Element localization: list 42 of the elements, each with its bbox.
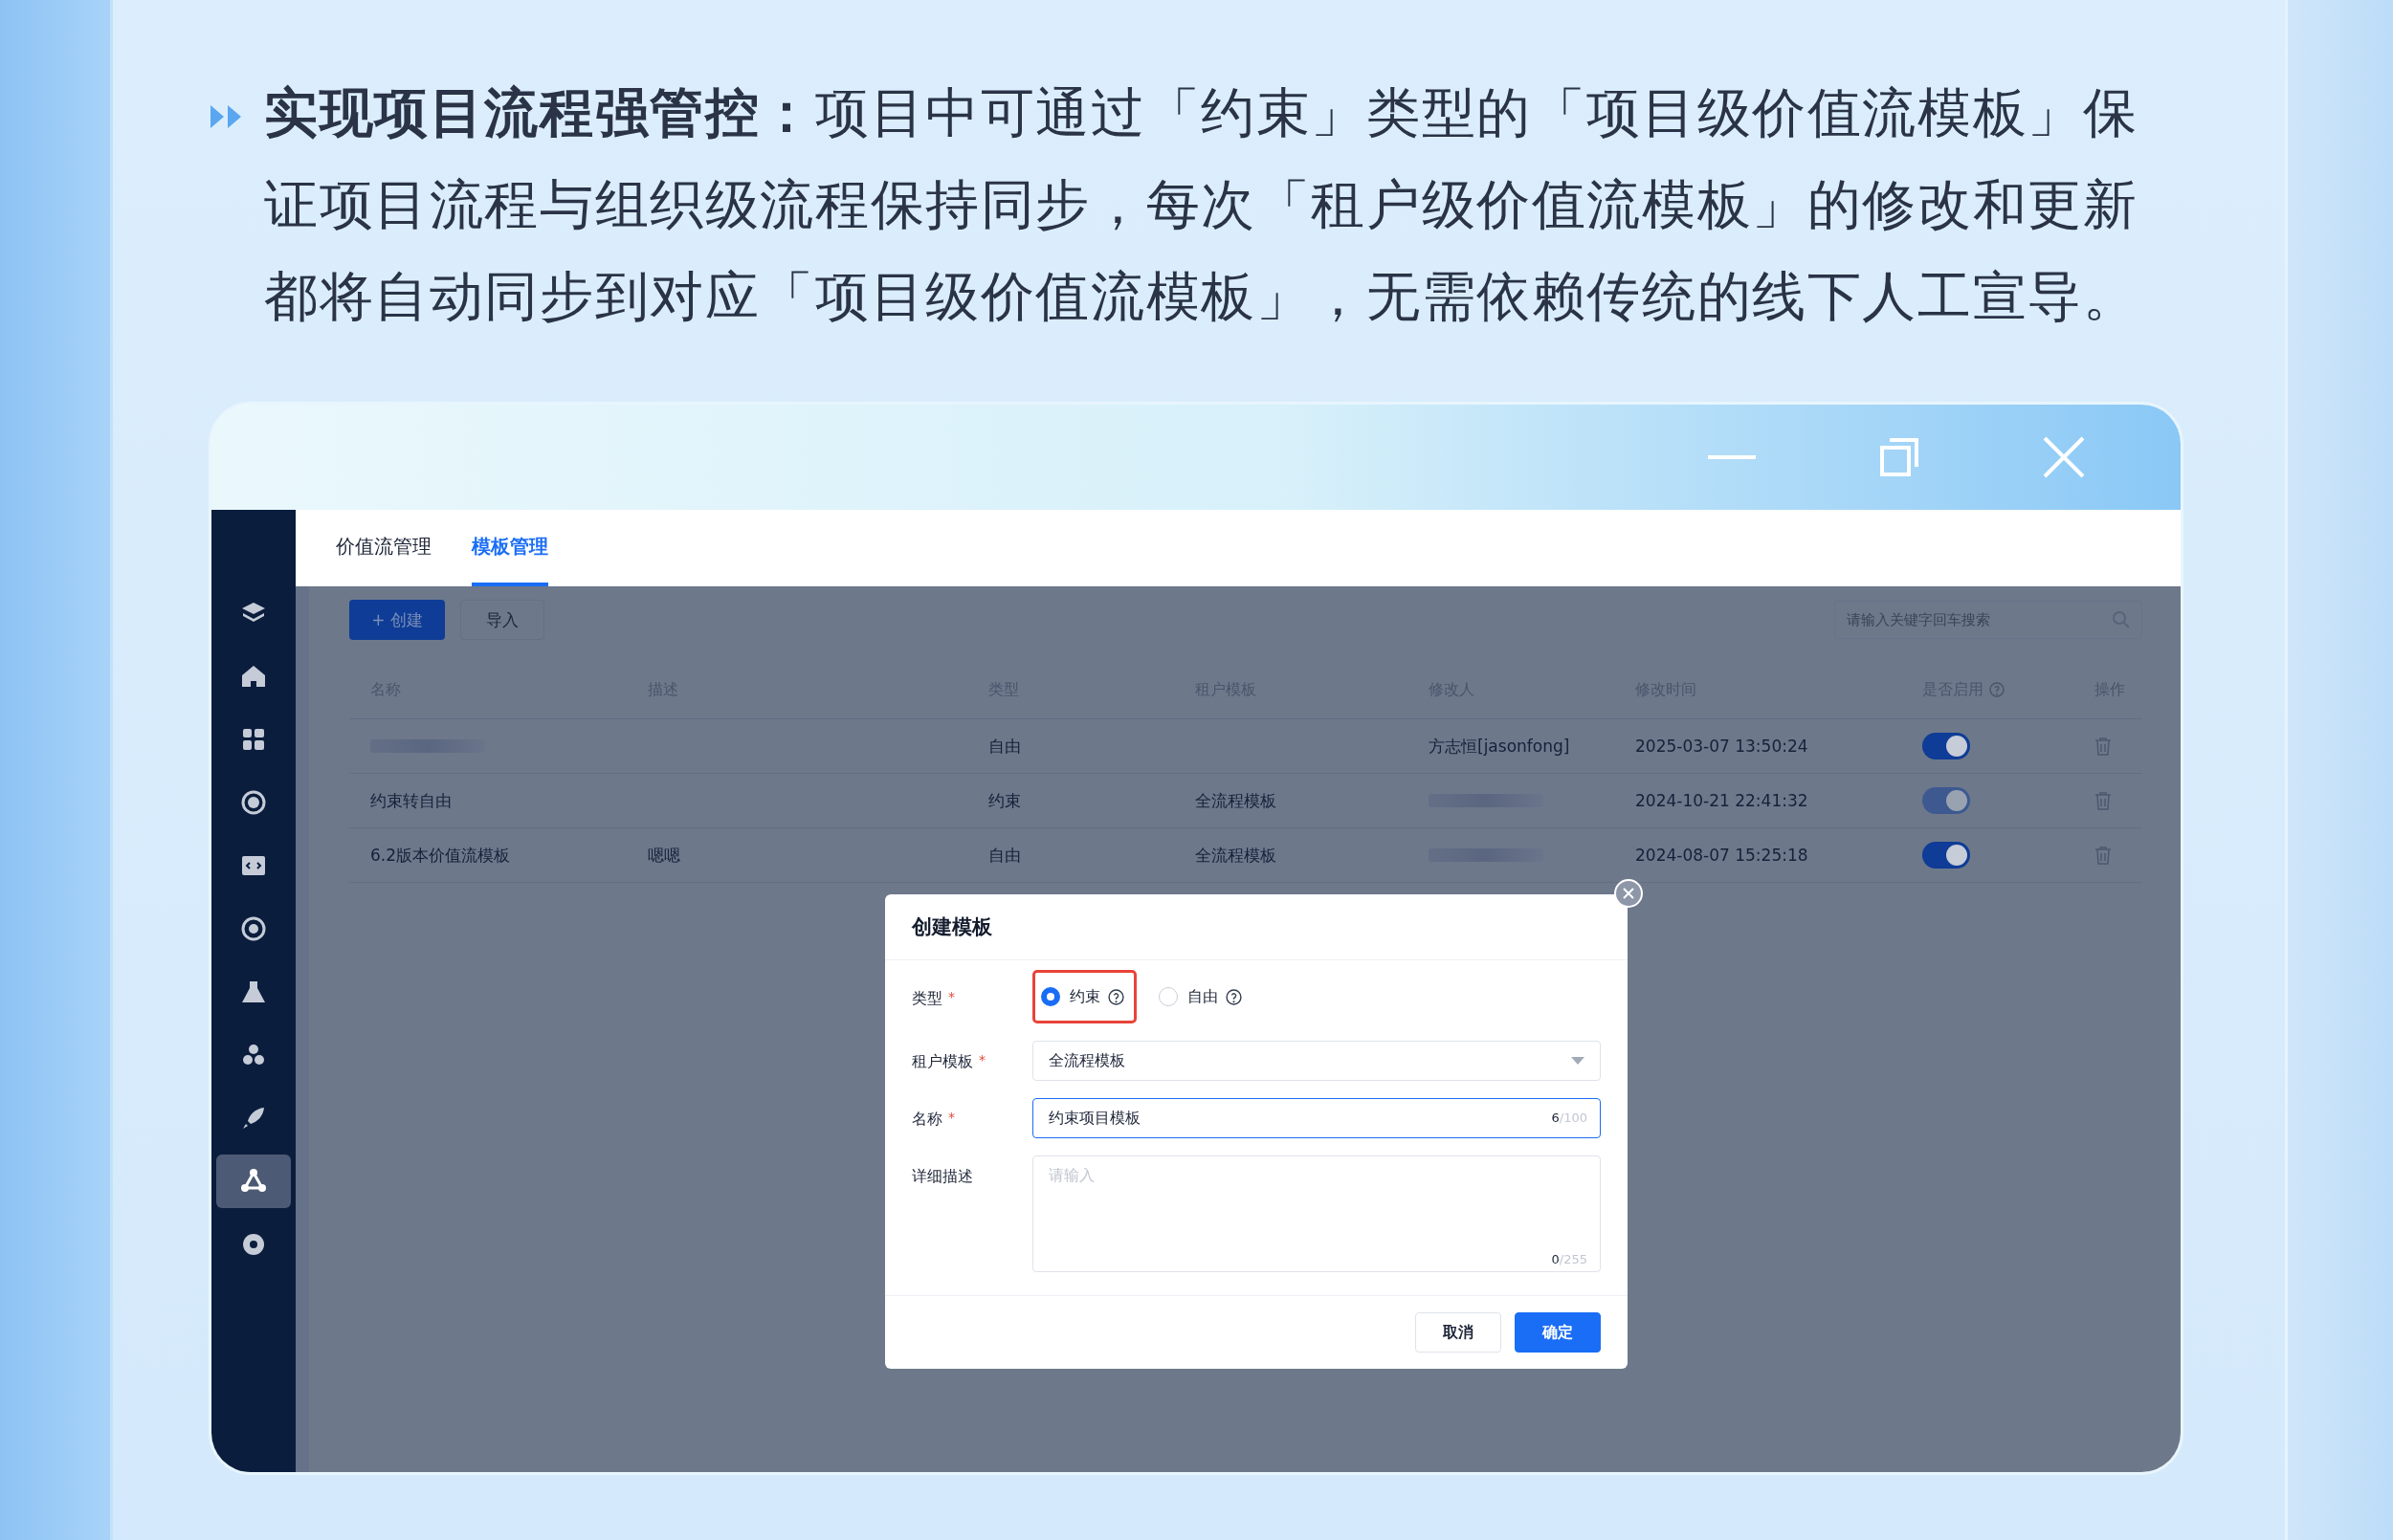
table-cell: 全流程模板: [1195, 844, 1276, 867]
radio-button[interactable]: [1041, 987, 1060, 1006]
toggle-switch[interactable]: [1922, 842, 1970, 869]
grid-icon: [240, 726, 267, 753]
field-label: 详细描述: [912, 1167, 973, 1187]
tab[interactable]: 价值流管理: [336, 510, 432, 586]
table-cell: 6.2版本价值流模板: [370, 844, 511, 867]
radio-option[interactable]: 自由: [1159, 986, 1218, 1007]
table-cell: 约束: [988, 789, 1021, 812]
table-cell: 2024-08-07 15:25:18: [1635, 846, 1808, 865]
character-count: 0/255: [1551, 1252, 1587, 1266]
dialog-title: 创建模板: [912, 914, 992, 940]
help-icon: [1108, 988, 1124, 1005]
caret-icon: [1571, 1057, 1584, 1065]
flask-icon: [240, 979, 267, 1005]
table-cell: 嗯嗯: [648, 844, 680, 867]
table-cell: 全流程模板: [1195, 789, 1276, 812]
table-cell: 约束转自由: [370, 789, 452, 812]
tenant-dropdown[interactable]: 全流程模板: [1032, 1041, 1601, 1081]
close-icon[interactable]: [1614, 879, 1643, 908]
field-label: 租户模板: [912, 1052, 973, 1072]
table-cell: 2024-10-21 22:41:32: [1635, 791, 1808, 810]
required-mark: *: [948, 1110, 955, 1127]
cancel-button[interactable]: 取消: [1415, 1312, 1501, 1353]
sidebar-item[interactable]: [216, 1155, 291, 1208]
toggle-switch[interactable]: [1922, 733, 1970, 759]
headline-text: 实现项目流程强管控：项目中可通过「约束」类型的「项目级价值流模板」保证项目流程与组织级流程保持同步，每次「租户级价值流模板」的修改和更新都将自动同步到对应「项目级价值流模板」，无需依赖传统的线下人工宣导。: [264, 80, 2139, 329]
field-label: 类型: [912, 989, 942, 1009]
table-cell: 自由: [988, 735, 1021, 758]
field-label: 名称: [912, 1110, 942, 1130]
radio-option[interactable]: 约束: [1041, 986, 1100, 1007]
table-cell: 2025-03-07 13:50:24: [1635, 737, 1808, 756]
required-mark: *: [979, 1052, 986, 1069]
table-cell: 自由: [988, 844, 1021, 867]
network-icon: [240, 1168, 267, 1195]
confirm-button[interactable]: 确定: [1515, 1312, 1601, 1353]
table-cell: 方志恒[jasonfong]: [1429, 735, 1570, 758]
help-icon: [1989, 682, 2005, 697]
help-icon: [1226, 988, 1242, 1005]
required-mark: *: [948, 989, 955, 1006]
home-icon: [240, 663, 267, 690]
character-count: 6/100: [1551, 1111, 1587, 1125]
